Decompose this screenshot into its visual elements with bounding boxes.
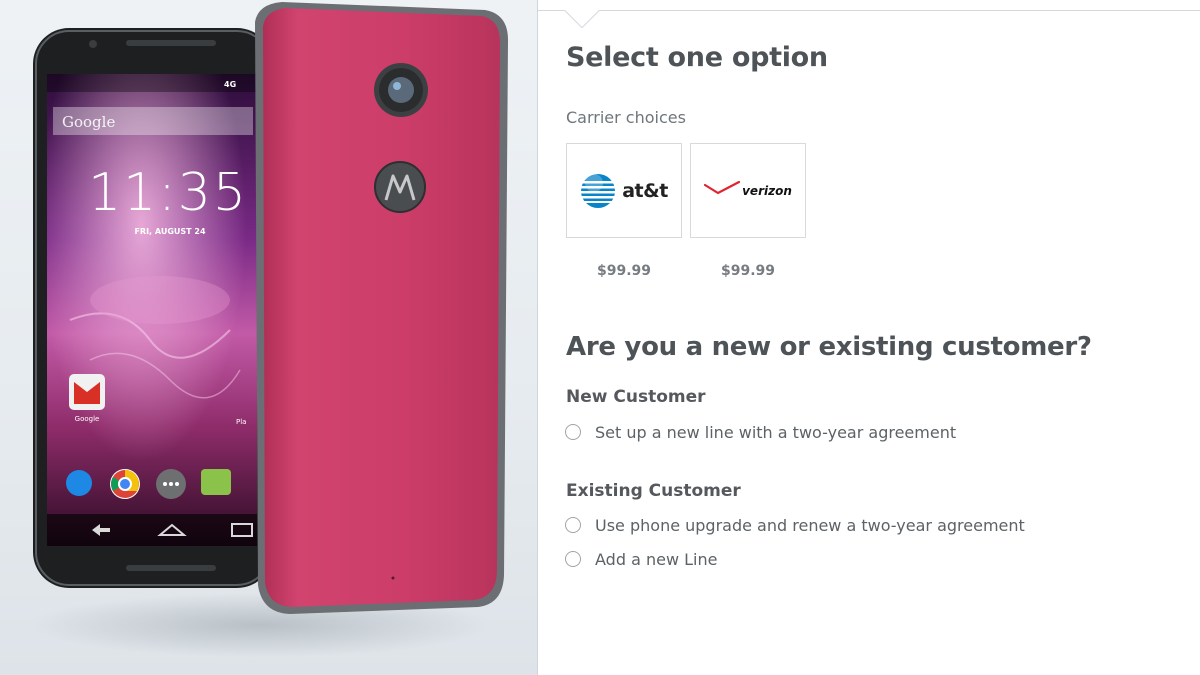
radio-label: Add a new Line [595,549,718,569]
verizon-check-icon [704,180,741,195]
phone-back [255,2,508,614]
carrier-card-verizon[interactable]: verizon [690,143,806,238]
radio-option-add-line[interactable]: Add a new Line [565,548,717,570]
radio-label: Set up a new line with a two-year agreem… [595,422,957,442]
product-image-panel: Google 4G 11:35 FRI, AUGUST 24 Google Pl… [0,0,537,675]
search-brand-text: Google [62,113,115,131]
radio-button[interactable] [565,424,581,440]
customer-type-title: Are you a new or existing customer? [566,332,1092,362]
date-text: FRI, AUGUST 24 [134,227,206,236]
radio-option-new-line[interactable]: Set up a new line with a two-year agreem… [565,421,956,443]
select-option-title: Select one option [566,42,828,73]
status-4g-text: 4G [224,80,236,89]
verizon-logo-text: verizon [742,183,792,198]
clock-text: 11:35 [88,163,248,223]
carrier-choices-label: Carrier choices [566,108,686,127]
carrier-card-att[interactable]: at&t [566,143,682,238]
app-label-play: Pla [236,418,246,426]
radio-button[interactable] [565,517,581,533]
att-globe-icon [580,173,616,209]
att-logo-text: at&t [622,179,668,202]
options-panel: Select one option Carrier choices at&t v… [538,0,1200,675]
price-verizon: $99.99 [720,263,776,279]
phone-product-image: Google 4G 11:35 FRI, AUGUST 24 Google Pl… [30,2,508,657]
app-label-google: Google [75,415,100,423]
existing-customer-label: Existing Customer [566,481,741,501]
new-customer-label: New Customer [566,387,706,407]
price-att: $99.99 [596,263,652,279]
radio-option-upgrade[interactable]: Use phone upgrade and renew a two-year a… [565,514,1025,536]
phone-front [33,28,273,588]
radio-label: Use phone upgrade and renew a two-year a… [595,515,1025,535]
radio-button[interactable] [565,551,581,567]
